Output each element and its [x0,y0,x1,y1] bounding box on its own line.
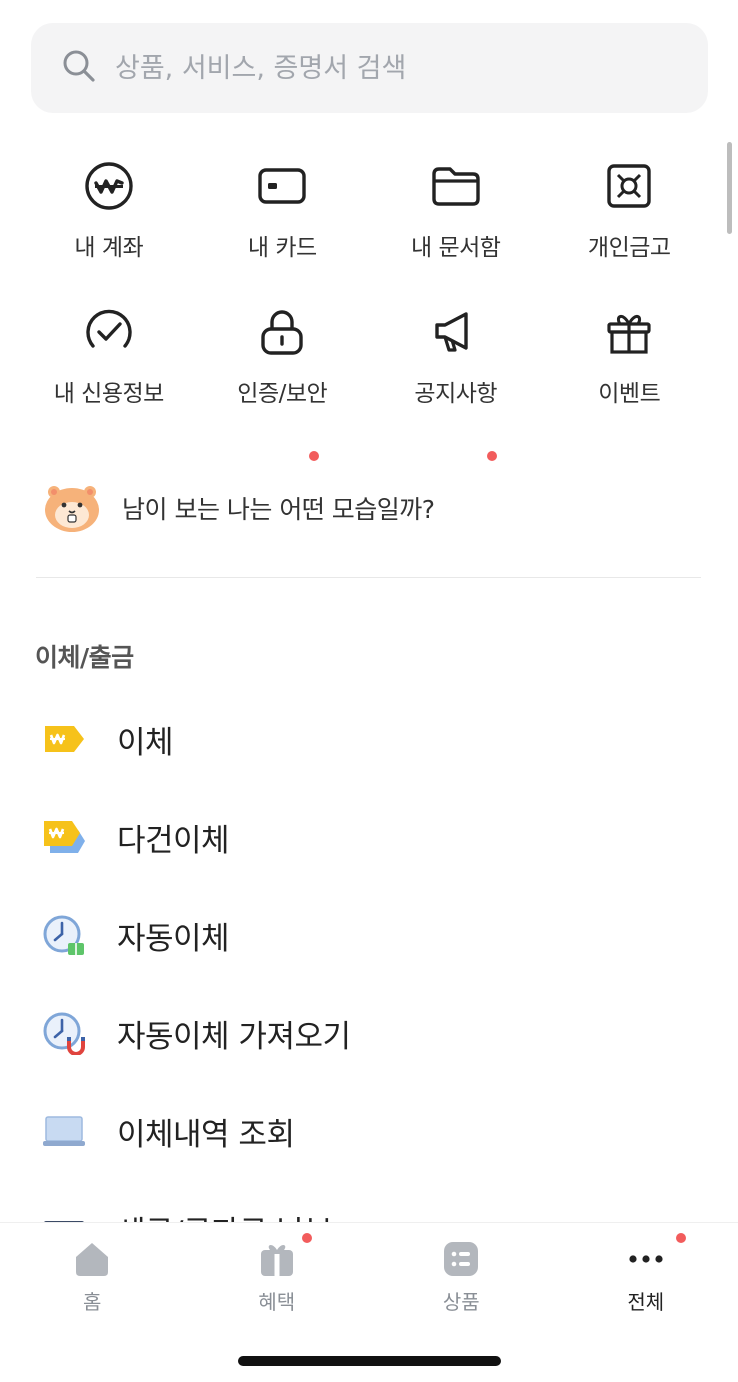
quick-menu-auth-security[interactable]: 인증/보안 [196,286,370,432]
quick-menu-label: 내 문서함 [411,228,500,262]
promo-banner[interactable]: 남이 보는 나는 어떤 모습일까? [42,478,682,538]
tax-receipt-icon [42,1207,86,1222]
new-badge-dot [309,451,319,461]
lock-icon [256,306,308,358]
divider [36,577,701,578]
quick-menu-my-documents[interactable]: 내 문서함 [369,140,543,286]
menu-item-transfer[interactable]: 이체 [42,690,702,788]
transfer-tag-icon [42,717,86,761]
folder-icon [430,160,482,212]
menu-item-label: 자동이체 [117,913,229,958]
quick-menu-events[interactable]: 이벤트 [543,286,717,432]
quick-menu-my-account[interactable]: 내 계좌 [22,140,196,286]
quick-menu-personal-safe[interactable]: 개인금고 [543,140,717,286]
gift-icon [603,306,655,358]
menu-item-label: 세금/공과금 납부 [117,1207,332,1223]
quick-menu-label: 개인금고 [588,228,671,262]
megaphone-icon [430,306,482,358]
tab-benefits[interactable]: 혜택 [185,1223,370,1333]
new-badge-dot [302,1233,312,1243]
tab-label: 혜택 [258,1286,295,1315]
tab-all[interactable]: 전체 [554,1223,738,1333]
menu-item-label: 이체 [117,717,173,762]
tab-label: 전체 [627,1286,664,1315]
scrollbar[interactable] [727,142,732,234]
history-laptop-icon [42,1109,86,1153]
quick-menu-notices[interactable]: 공지사항 [369,286,543,432]
tab-home[interactable]: 홈 [0,1223,185,1333]
quick-menu-my-card[interactable]: 내 카드 [196,140,370,286]
more-dots-icon [627,1240,665,1278]
won-circle-icon [83,160,135,212]
quick-menu-label: 내 계좌 [74,228,143,262]
search-icon [61,48,97,88]
quick-menu-label: 내 신용정보 [54,374,164,408]
search-bar[interactable] [31,23,708,113]
credit-check-icon [83,306,135,358]
tab-label: 상품 [443,1286,480,1315]
hamster-icon [42,480,102,536]
menu-item-transfer-history[interactable]: 이체내역 조회 [42,1082,702,1180]
multi-transfer-icon [42,815,86,859]
menu-item-tax-payment[interactable]: 세금/공과금 납부 [42,1180,702,1222]
menu-item-auto-transfer[interactable]: 자동이체 [42,886,702,984]
product-list-icon [442,1240,480,1278]
scroll-content: 내 계좌 내 카드 내 문서함 개인금고 내 신 [0,0,738,1222]
tab-label: 홈 [83,1286,101,1315]
quick-menu-label: 내 카드 [248,228,317,262]
home-icon [73,1240,111,1278]
gift-box-icon [258,1240,296,1278]
quick-menu-label: 인증/보안 [237,374,327,408]
quick-menu-label: 이벤트 [598,374,660,408]
menu-item-label: 이체내역 조회 [117,1109,294,1154]
search-input[interactable] [113,52,637,85]
menu-item-multi-transfer[interactable]: 다건이체 [42,788,702,886]
card-icon [256,160,308,212]
new-badge-dot [676,1233,686,1243]
banner-text: 남이 보는 나는 어떤 모습일까? [122,490,435,526]
home-indicator[interactable] [238,1356,501,1366]
transfer-menu-list: 이체 다건이체 자동이체 자동이체 가져오기 이체내역 조회 [42,690,702,1222]
quick-menu-label: 공지사항 [414,374,497,408]
menu-item-label: 자동이체 가져오기 [117,1011,351,1056]
auto-transfer-magnet-icon [42,1011,86,1055]
new-badge-dot [487,451,497,461]
tab-products[interactable]: 상품 [369,1223,554,1333]
quick-menu-grid: 내 계좌 내 카드 내 문서함 개인금고 내 신 [22,140,716,432]
quick-menu-credit-info[interactable]: 내 신용정보 [22,286,196,432]
auto-transfer-clock-icon [42,913,86,957]
menu-item-import-auto-transfer[interactable]: 자동이체 가져오기 [42,984,702,1082]
menu-item-label: 다건이체 [117,815,229,860]
section-title-transfer: 이체/출금 [35,638,134,674]
safe-icon [603,160,655,212]
